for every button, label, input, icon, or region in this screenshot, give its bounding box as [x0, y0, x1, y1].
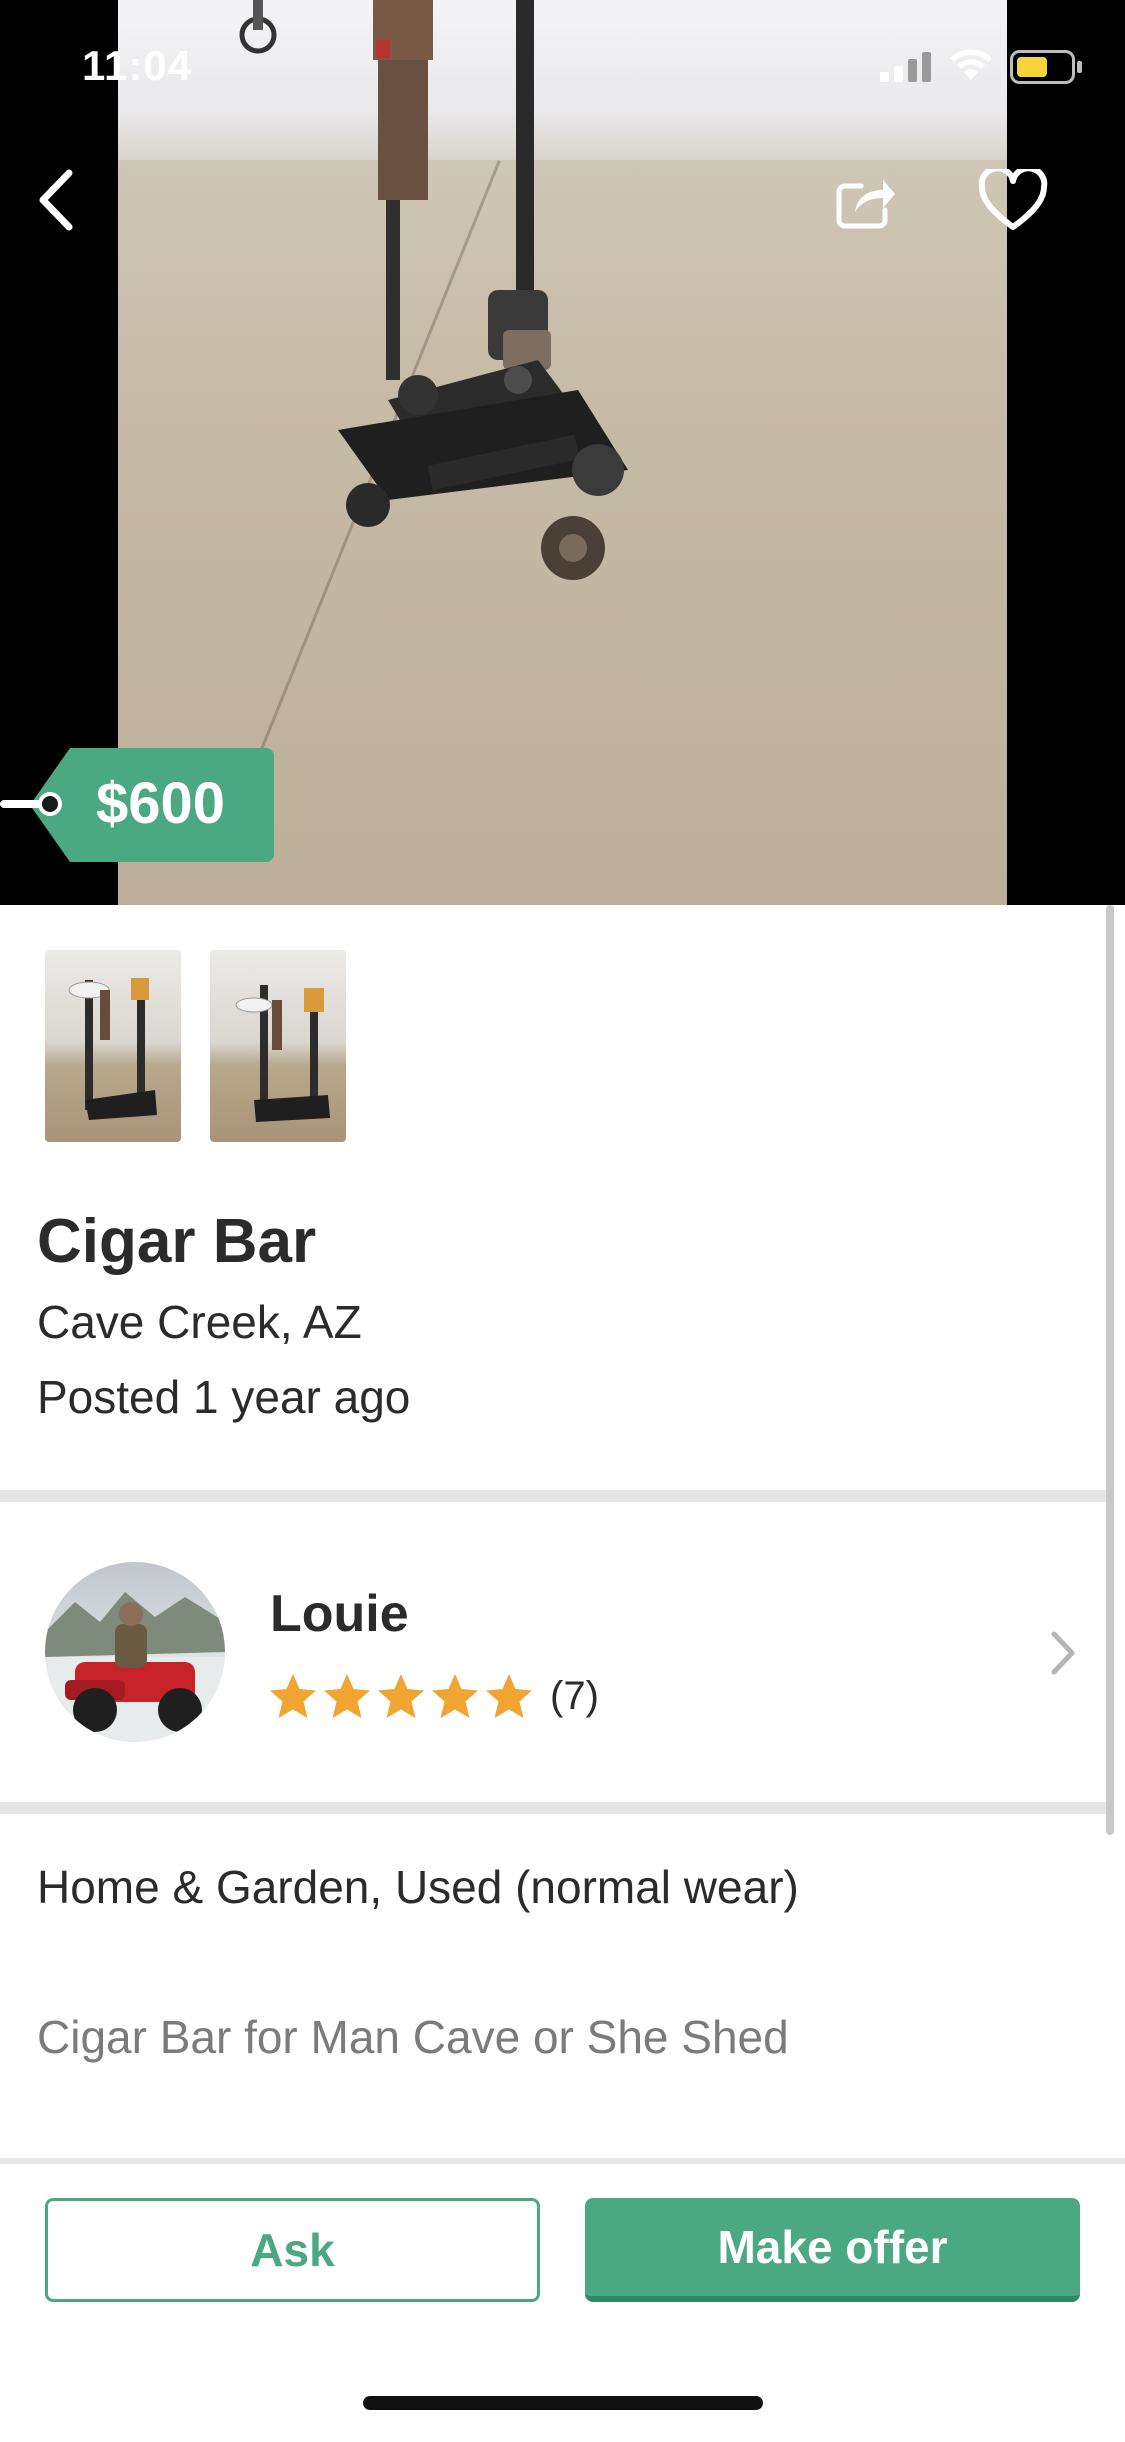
- thumbnail-1[interactable]: [45, 950, 181, 1142]
- category-condition: Home & Garden, Used (normal wear): [37, 1861, 799, 1913]
- status-time: 11:04: [82, 42, 193, 89]
- back-arrow-icon: [39, 169, 73, 231]
- star-icon: [324, 1674, 370, 1718]
- chevron-right-icon: [1051, 1631, 1075, 1675]
- avatar-image: [45, 1592, 225, 1742]
- section-divider: [0, 1490, 1112, 1502]
- thumbnail-image: [235, 985, 330, 1122]
- listing-posted-time: Posted 1 year ago: [37, 1371, 411, 1423]
- seller-rating: (7): [268, 1672, 599, 1720]
- seller-avatar[interactable]: [45, 1562, 225, 1742]
- back-button[interactable]: [20, 160, 90, 240]
- status-bar: 11:04: [0, 0, 1125, 140]
- make-offer-button[interactable]: Make offer: [585, 2198, 1080, 2302]
- share-icon: [836, 180, 895, 229]
- favorite-button[interactable]: [968, 160, 1058, 240]
- signal-icon: [880, 52, 931, 82]
- section-divider: [0, 1802, 1112, 1814]
- listing-location: Cave Creek, AZ: [37, 1296, 362, 1348]
- heart-icon: [978, 169, 1048, 230]
- seller-profile-row[interactable]: Louie (7): [0, 1502, 1112, 1802]
- star-icon: [432, 1674, 478, 1718]
- star-icon: [270, 1674, 316, 1718]
- price-tag-hole: [38, 792, 62, 816]
- ask-button[interactable]: Ask: [45, 2198, 540, 2302]
- seller-name: Louie: [270, 1585, 409, 1643]
- star-icon: [378, 1674, 424, 1718]
- battery-icon: [1010, 50, 1082, 84]
- listing-description: Cigar Bar for Man Cave or She Shed: [37, 2011, 789, 2063]
- price-label: $600: [96, 771, 226, 836]
- thumbnail-image: [68, 978, 157, 1120]
- home-indicator[interactable]: [363, 2396, 763, 2410]
- share-button[interactable]: [820, 160, 910, 240]
- star-icon: [486, 1674, 532, 1718]
- scrollbar[interactable]: [1106, 905, 1114, 1835]
- listing-title: Cigar Bar: [37, 1207, 317, 1276]
- wifi-icon: [950, 49, 992, 80]
- rating-count: (7): [550, 1673, 599, 1718]
- thumbnail-2[interactable]: [210, 950, 346, 1142]
